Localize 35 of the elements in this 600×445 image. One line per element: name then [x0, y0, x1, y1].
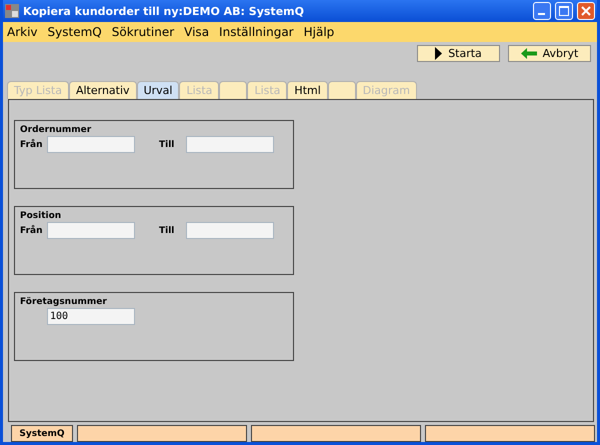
cancel-button[interactable]: Avbryt: [508, 45, 591, 62]
tab[interactable]: Html: [287, 81, 328, 99]
input-field[interactable]: [186, 222, 274, 239]
menu-item[interactable]: Hjälp: [304, 25, 334, 39]
tab[interactable]: [328, 81, 356, 99]
menu-item[interactable]: Inställningar: [219, 25, 294, 39]
input-field[interactable]: [47, 222, 135, 239]
start-button[interactable]: Starta: [417, 45, 500, 62]
maximize-icon: [559, 6, 569, 16]
input-field[interactable]: [186, 136, 274, 153]
group-title: Ordernummer: [20, 125, 92, 135]
field-label: Från: [20, 140, 44, 150]
tab[interactable]: Urval: [136, 81, 180, 99]
window-title: Kopiera kundorder till ny:DEMO AB: SystemQ: [23, 4, 305, 18]
status-cell: SystemQ: [11, 425, 73, 442]
field-label: Till: [159, 226, 176, 236]
minimize-button[interactable]: [533, 2, 551, 20]
group-title: Position: [20, 211, 62, 221]
field-label: Från: [20, 226, 44, 236]
menu-item[interactable]: Visa: [184, 25, 210, 39]
arrow-left-icon: [520, 48, 537, 59]
input-field[interactable]: [47, 136, 135, 153]
group-title: Företagsnummer: [20, 297, 108, 307]
tab[interactable]: Alternativ: [68, 81, 137, 99]
menu-item[interactable]: SystemQ: [48, 25, 102, 39]
menu-item[interactable]: Arkiv: [7, 25, 38, 39]
menu-item[interactable]: Sökrutiner: [112, 25, 174, 39]
tab[interactable]: [219, 81, 248, 99]
close-icon: [581, 6, 591, 16]
close-button[interactable]: [577, 2, 595, 20]
maximize-button[interactable]: [555, 2, 573, 20]
app-icon: [5, 4, 19, 18]
field-label: Till: [159, 140, 176, 150]
play-icon: [435, 47, 442, 60]
input-field[interactable]: 100: [47, 308, 135, 325]
